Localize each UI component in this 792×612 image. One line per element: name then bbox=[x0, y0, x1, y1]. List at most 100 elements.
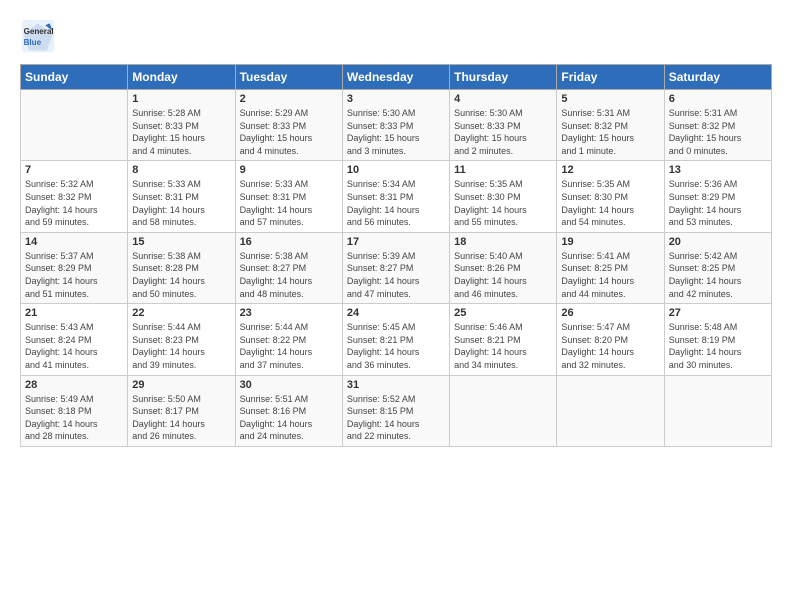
calendar-cell bbox=[450, 375, 557, 446]
calendar-cell: 18 Sunrise: 5:40 AM Sunset: 8:26 PM Dayli… bbox=[450, 232, 557, 303]
day-info: Sunrise: 5:49 AM Sunset: 8:18 PM Dayligh… bbox=[25, 393, 123, 443]
calendar-cell: 14 Sunrise: 5:37 AM Sunset: 8:29 PM Dayli… bbox=[21, 232, 128, 303]
day-info: Sunrise: 5:47 AM Sunset: 8:20 PM Dayligh… bbox=[561, 321, 659, 371]
day-info: Sunrise: 5:50 AM Sunset: 8:17 PM Dayligh… bbox=[132, 393, 230, 443]
day-of-week-header: Sunday bbox=[21, 65, 128, 90]
day-info: Sunrise: 5:43 AM Sunset: 8:24 PM Dayligh… bbox=[25, 321, 123, 371]
logo-icon: General Blue bbox=[20, 18, 56, 54]
day-number: 1 bbox=[132, 93, 230, 105]
day-number: 9 bbox=[240, 164, 338, 176]
day-info: Sunrise: 5:33 AM Sunset: 8:31 PM Dayligh… bbox=[240, 178, 338, 228]
calendar-cell: 16Sunrise: 5:38 AM Sunset: 8:27 PM Dayli… bbox=[235, 232, 342, 303]
day-number: 4 bbox=[454, 93, 552, 105]
day-info: Sunrise: 5:29 AM Sunset: 8:33 PM Dayligh… bbox=[240, 107, 338, 157]
calendar-cell: 9 Sunrise: 5:33 AM Sunset: 8:31 PM Daylig… bbox=[235, 161, 342, 232]
day-info: Sunrise: 5:28 AM Sunset: 8:33 PM Dayligh… bbox=[132, 107, 230, 157]
calendar-cell: 26Sunrise: 5:47 AM Sunset: 8:20 PM Dayli… bbox=[557, 304, 664, 375]
day-info: Sunrise: 5:31 AM Sunset: 8:32 PM Dayligh… bbox=[561, 107, 659, 157]
calendar-cell: 22Sunrise: 5:44 AM Sunset: 8:23 PM Dayli… bbox=[128, 304, 235, 375]
day-number: 7 bbox=[25, 164, 123, 176]
calendar-cell: 7Sunrise: 5:32 AM Sunset: 8:32 PM Daylig… bbox=[21, 161, 128, 232]
calendar-cell: 23 Sunrise: 5:44 AM Sunset: 8:22 PM Dayli… bbox=[235, 304, 342, 375]
calendar-cell: 8 Sunrise: 5:33 AM Sunset: 8:31 PM Daylig… bbox=[128, 161, 235, 232]
calendar-cell: 4 Sunrise: 5:30 AM Sunset: 8:33 PM Daylig… bbox=[450, 90, 557, 161]
calendar-header-row: SundayMondayTuesdayWednesdayThursdayFrid… bbox=[21, 65, 772, 90]
calendar-cell: 20 Sunrise: 5:42 AM Sunset: 8:25 PM Dayli… bbox=[664, 232, 771, 303]
day-number: 2 bbox=[240, 93, 338, 105]
day-info: Sunrise: 5:45 AM Sunset: 8:21 PM Dayligh… bbox=[347, 321, 445, 371]
calendar-cell bbox=[557, 375, 664, 446]
day-info: Sunrise: 5:35 AM Sunset: 8:30 PM Dayligh… bbox=[454, 178, 552, 228]
day-number: 17 bbox=[347, 236, 445, 248]
day-info: Sunrise: 5:33 AM Sunset: 8:31 PM Dayligh… bbox=[132, 178, 230, 228]
day-info: Sunrise: 5:48 AM Sunset: 8:19 PM Dayligh… bbox=[669, 321, 767, 371]
calendar-cell: 21 Sunrise: 5:43 AM Sunset: 8:24 PM Dayli… bbox=[21, 304, 128, 375]
day-number: 16 bbox=[240, 236, 338, 248]
calendar-cell: 6Sunrise: 5:31 AM Sunset: 8:32 PM Daylig… bbox=[664, 90, 771, 161]
day-info: Sunrise: 5:44 AM Sunset: 8:23 PM Dayligh… bbox=[132, 321, 230, 371]
day-number: 27 bbox=[669, 307, 767, 319]
day-number: 8 bbox=[132, 164, 230, 176]
day-number: 3 bbox=[347, 93, 445, 105]
day-of-week-header: Wednesday bbox=[342, 65, 449, 90]
day-number: 28 bbox=[25, 379, 123, 391]
calendar-cell: 10 Sunrise: 5:34 AM Sunset: 8:31 PM Dayli… bbox=[342, 161, 449, 232]
day-info: Sunrise: 5:38 AM Sunset: 8:28 PM Dayligh… bbox=[132, 250, 230, 300]
day-info: Sunrise: 5:52 AM Sunset: 8:15 PM Dayligh… bbox=[347, 393, 445, 443]
day-number: 10 bbox=[347, 164, 445, 176]
day-number: 20 bbox=[669, 236, 767, 248]
day-info: Sunrise: 5:34 AM Sunset: 8:31 PM Dayligh… bbox=[347, 178, 445, 228]
calendar-cell: 11Sunrise: 5:35 AM Sunset: 8:30 PM Dayli… bbox=[450, 161, 557, 232]
day-of-week-header: Saturday bbox=[664, 65, 771, 90]
day-info: Sunrise: 5:39 AM Sunset: 8:27 PM Dayligh… bbox=[347, 250, 445, 300]
calendar-cell: 13 Sunrise: 5:36 AM Sunset: 8:29 PM Dayli… bbox=[664, 161, 771, 232]
calendar-cell: 29Sunrise: 5:50 AM Sunset: 8:17 PM Dayli… bbox=[128, 375, 235, 446]
calendar-cell bbox=[664, 375, 771, 446]
day-of-week-header: Friday bbox=[557, 65, 664, 90]
calendar-cell bbox=[21, 90, 128, 161]
day-info: Sunrise: 5:41 AM Sunset: 8:25 PM Dayligh… bbox=[561, 250, 659, 300]
calendar-cell: 19 Sunrise: 5:41 AM Sunset: 8:25 PM Dayli… bbox=[557, 232, 664, 303]
calendar-cell: 28 Sunrise: 5:49 AM Sunset: 8:18 PM Dayli… bbox=[21, 375, 128, 446]
day-number: 14 bbox=[25, 236, 123, 248]
day-number: 15 bbox=[132, 236, 230, 248]
day-number: 13 bbox=[669, 164, 767, 176]
calendar-week-row: 28 Sunrise: 5:49 AM Sunset: 8:18 PM Dayli… bbox=[21, 375, 772, 446]
day-info: Sunrise: 5:36 AM Sunset: 8:29 PM Dayligh… bbox=[669, 178, 767, 228]
svg-text:Blue: Blue bbox=[24, 38, 42, 47]
day-info: Sunrise: 5:30 AM Sunset: 8:33 PM Dayligh… bbox=[347, 107, 445, 157]
day-of-week-header: Tuesday bbox=[235, 65, 342, 90]
calendar-cell: 27 Sunrise: 5:48 AM Sunset: 8:19 PM Dayli… bbox=[664, 304, 771, 375]
day-number: 24 bbox=[347, 307, 445, 319]
day-number: 25 bbox=[454, 307, 552, 319]
logo: General Blue bbox=[20, 18, 60, 54]
day-info: Sunrise: 5:37 AM Sunset: 8:29 PM Dayligh… bbox=[25, 250, 123, 300]
day-number: 19 bbox=[561, 236, 659, 248]
page: General Blue SundayMondayTuesdayWednesda… bbox=[0, 0, 792, 457]
day-info: Sunrise: 5:40 AM Sunset: 8:26 PM Dayligh… bbox=[454, 250, 552, 300]
calendar-cell: 17 Sunrise: 5:39 AM Sunset: 8:27 PM Dayli… bbox=[342, 232, 449, 303]
day-info: Sunrise: 5:42 AM Sunset: 8:25 PM Dayligh… bbox=[669, 250, 767, 300]
day-info: Sunrise: 5:31 AM Sunset: 8:32 PM Dayligh… bbox=[669, 107, 767, 157]
day-info: Sunrise: 5:51 AM Sunset: 8:16 PM Dayligh… bbox=[240, 393, 338, 443]
calendar-cell: 2 Sunrise: 5:29 AM Sunset: 8:33 PM Daylig… bbox=[235, 90, 342, 161]
day-info: Sunrise: 5:44 AM Sunset: 8:22 PM Dayligh… bbox=[240, 321, 338, 371]
calendar-cell: 5 Sunrise: 5:31 AM Sunset: 8:32 PM Daylig… bbox=[557, 90, 664, 161]
calendar-cell: 24 Sunrise: 5:45 AM Sunset: 8:21 PM Dayli… bbox=[342, 304, 449, 375]
day-number: 12 bbox=[561, 164, 659, 176]
calendar-week-row: 21 Sunrise: 5:43 AM Sunset: 8:24 PM Dayli… bbox=[21, 304, 772, 375]
day-number: 18 bbox=[454, 236, 552, 248]
day-info: Sunrise: 5:30 AM Sunset: 8:33 PM Dayligh… bbox=[454, 107, 552, 157]
day-of-week-header: Monday bbox=[128, 65, 235, 90]
calendar-cell: 31Sunrise: 5:52 AM Sunset: 8:15 PM Dayli… bbox=[342, 375, 449, 446]
day-info: Sunrise: 5:35 AM Sunset: 8:30 PM Dayligh… bbox=[561, 178, 659, 228]
calendar-table: SundayMondayTuesdayWednesdayThursdayFrid… bbox=[20, 64, 772, 447]
day-number: 30 bbox=[240, 379, 338, 391]
day-number: 21 bbox=[25, 307, 123, 319]
day-number: 5 bbox=[561, 93, 659, 105]
calendar-cell: 1 Sunrise: 5:28 AM Sunset: 8:33 PM Daylig… bbox=[128, 90, 235, 161]
day-info: Sunrise: 5:46 AM Sunset: 8:21 PM Dayligh… bbox=[454, 321, 552, 371]
day-number: 23 bbox=[240, 307, 338, 319]
calendar-week-row: 14 Sunrise: 5:37 AM Sunset: 8:29 PM Dayli… bbox=[21, 232, 772, 303]
calendar-cell: 15 Sunrise: 5:38 AM Sunset: 8:28 PM Dayli… bbox=[128, 232, 235, 303]
